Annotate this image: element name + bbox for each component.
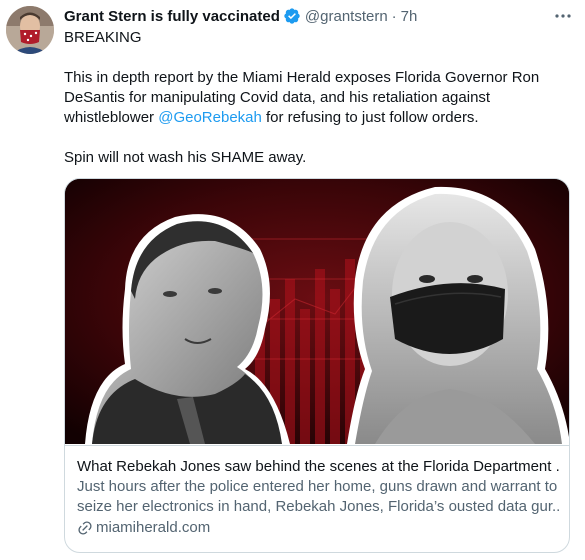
card-image [65, 179, 569, 444]
timestamp[interactable]: 7h [401, 8, 418, 25]
tweet-line: whistleblower @GeoRebekah for refusing t… [64, 108, 564, 128]
tweet-text-segment: whistleblower [64, 109, 159, 126]
tweet-text: BREAKING This in depth report by the Mia… [64, 28, 564, 168]
handle[interactable]: @grantstern [305, 8, 388, 25]
tweet-text-segment: for refusing to just follow orders. [261, 109, 479, 126]
more-icon[interactable] [553, 6, 573, 26]
tweet-line: DeSantis for manipulating Covid data, an… [64, 89, 491, 106]
verified-badge-icon [283, 7, 301, 25]
mention-link[interactable]: @GeoRebekah [158, 109, 262, 126]
tweet[interactable]: Grant Stern is fully vaccinated @grantst… [0, 0, 585, 560]
tweet-line [64, 128, 564, 148]
separator: · [391, 7, 397, 25]
card-title[interactable]: What Rebekah Jones saw behind the scenes… [77, 457, 559, 477]
tweet-line [64, 48, 564, 68]
card-domain: miamiherald.com [96, 519, 211, 536]
avatar[interactable] [6, 6, 54, 54]
display-name[interactable]: Grant Stern is fully vaccinated [64, 8, 280, 25]
tweet-line: This in depth report by the Miami Herald… [64, 69, 540, 86]
card-image-illustration [65, 179, 569, 444]
tweet-line: Spin will not wash his SHAME away. [64, 149, 307, 166]
tweet-line: BREAKING [64, 29, 142, 46]
link-card[interactable]: What Rebekah Jones saw behind the scenes… [64, 178, 570, 553]
card-text: What Rebekah Jones saw behind the scenes… [65, 445, 569, 552]
avatar-photo [6, 6, 54, 54]
card-domain-row[interactable]: miamiherald.com [77, 518, 559, 538]
tweet-header: Grant Stern is fully vaccinated @grantst… [64, 6, 417, 26]
card-description: seize her electronics in hand, Rebekah J… [77, 498, 559, 515]
link-icon [78, 521, 92, 535]
card-description: Just hours after the police entered her … [77, 478, 558, 495]
